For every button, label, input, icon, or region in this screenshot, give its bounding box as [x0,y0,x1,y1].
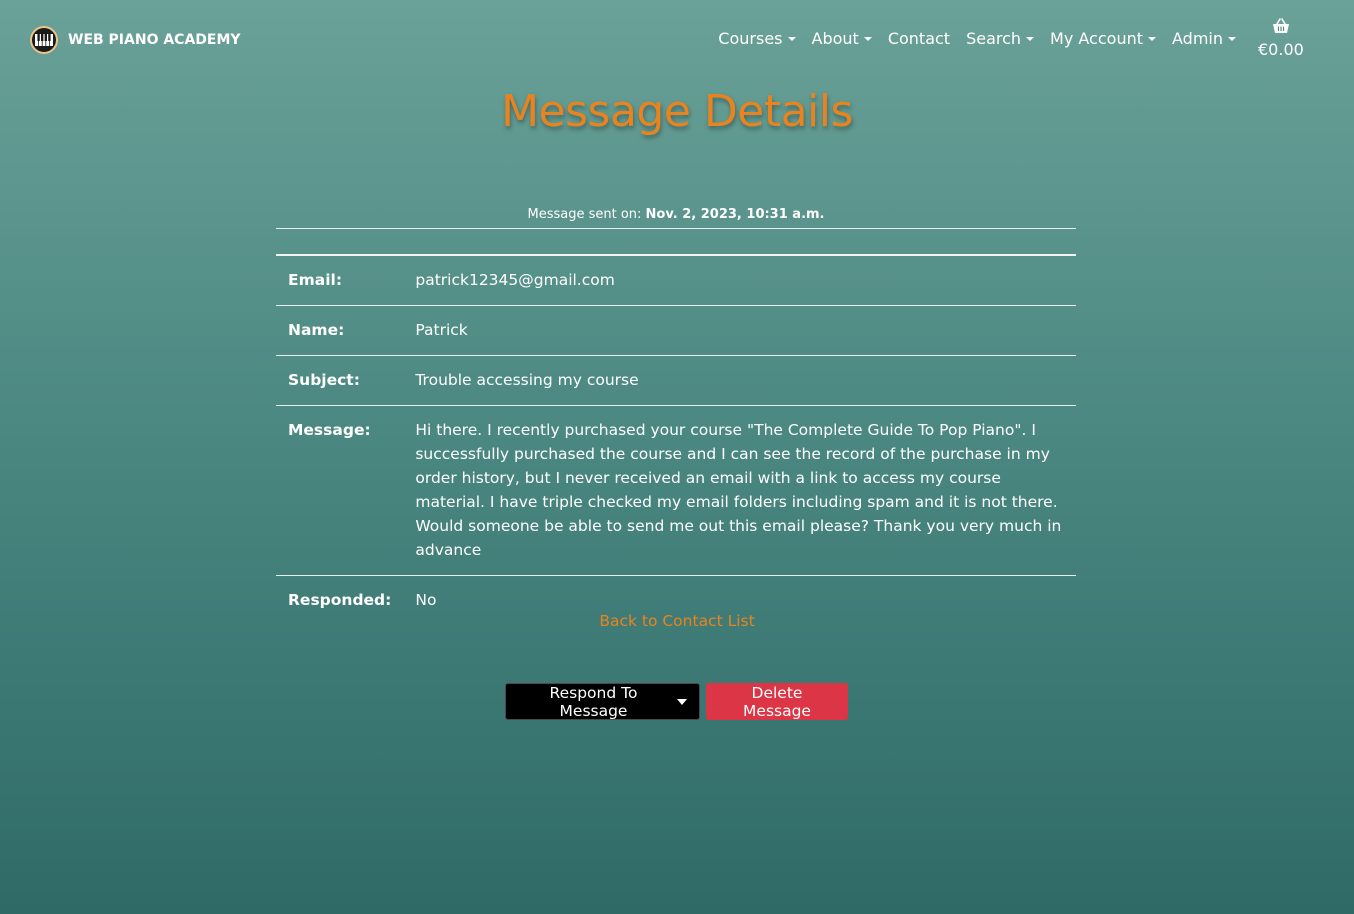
nav-contact[interactable]: Contact [888,29,950,48]
navbar: WEB PIANO ACADEMY Courses About Contact … [0,0,1354,80]
detail-label: Name: [288,321,345,339]
nav-search-label: Search [966,29,1022,48]
detail-row-subject: Subject: Trouble accessing my course [276,356,1076,406]
detail-value-subject: Trouble accessing my course [415,371,639,389]
cart-link[interactable]: €0.00 [1258,18,1304,59]
detail-label: Message: [288,421,371,439]
brand-link[interactable]: WEB PIANO ACADEMY [30,26,241,54]
respond-button-label: Respond To Message [549,683,638,720]
nav-courses[interactable]: Courses [718,29,796,48]
caret-down-icon [787,36,796,41]
nav-contact-label: Contact [887,29,951,48]
caret-down-icon [1228,36,1236,41]
piano-keys-icon [30,26,58,54]
detail-row-email: Email: patrick12345@gmail.com [276,255,1076,306]
nav-my-account[interactable]: My Account [1050,29,1156,48]
nav-courses-label: Courses [718,29,783,48]
nav-my-account-label: My Account [1050,29,1143,48]
nav-admin-label: Admin [1172,29,1223,48]
basket-icon [1272,18,1290,38]
page-title: Message Details [501,86,853,137]
nav-links: Courses About Contact Search My Account … [718,29,1236,48]
back-to-contact-list-link[interactable]: Back to Contact List [0,612,1354,630]
caret-down-icon [677,698,687,705]
message-details: Message sent on: Nov. 2, 2023, 10:31 a.m… [276,207,1076,625]
detail-value-email: patrick12345@gmail.com [415,271,615,289]
nav-about[interactable]: About [812,29,872,48]
delete-button-label: Delete Message [743,683,811,720]
brand-name: WEB PIANO ACADEMY [68,32,241,48]
caret-down-icon [863,36,872,41]
nav-search[interactable]: Search [966,29,1035,48]
nav-admin[interactable]: Admin [1172,29,1236,48]
detail-value-name: Patrick [415,321,468,339]
detail-label: Email: [288,271,343,289]
detail-label: Subject: [288,371,360,389]
sent-label: Message sent on: [527,207,642,222]
detail-row-name: Name: Patrick [276,306,1076,356]
nav-about-label: About [811,29,859,48]
respond-to-message-button[interactable]: Respond To Message [505,683,700,720]
caret-down-icon [1026,36,1035,41]
cart-total: €0.00 [1258,40,1304,59]
caret-down-icon [1148,36,1156,41]
detail-row-message: Message: Hi there. I recently purchased … [276,406,1076,576]
detail-value-message: Hi there. I recently purchased your cour… [415,421,1062,559]
sent-date: Nov. 2, 2023, 10:31 a.m. [645,207,825,222]
message-actions: Respond To Message Delete Message [505,683,848,720]
delete-message-button[interactable]: Delete Message [706,683,848,720]
detail-table: Email: patrick12345@gmail.com Name: Patr… [276,254,1076,625]
sent-line: Message sent on: Nov. 2, 2023, 10:31 a.m… [276,207,1076,229]
